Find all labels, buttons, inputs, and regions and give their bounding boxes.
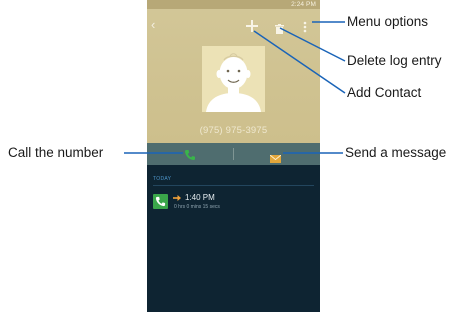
action-divider [233,148,234,160]
menu-button[interactable] [303,20,307,33]
call-log: TODAY 1:40 PM 0 hrs 0 mins 15 secs [147,165,320,312]
outgoing-arrow-icon [173,195,181,201]
default-person-icon [202,46,265,112]
plus-icon [246,20,258,32]
contact-header: ‹ (975) 975-3975 [147,9,320,143]
call-number-callout: Call the number [8,145,104,160]
delete-log-callout: Delete log entry [347,53,442,68]
back-arrow-icon[interactable]: ‹ [151,18,163,32]
section-divider [153,185,314,186]
section-header: TODAY [153,176,172,182]
add-contact-callout: Add Contact [347,85,422,100]
phone-screen: 2:24 PM ‹ (975) 975-3975 TODAY 1:40 PM 0… [147,0,320,312]
status-time: 2:24 PM [291,1,316,8]
action-bar [147,143,320,165]
log-time: 1:40 PM [185,193,215,202]
trash-icon [275,24,284,34]
envelope-icon [269,154,282,163]
phone-icon [155,196,166,207]
send-message-callout: Send a message [345,145,447,160]
log-entry[interactable]: 1:40 PM 0 hrs 0 mins 15 secs [147,192,320,216]
call-button[interactable] [184,148,196,160]
call-type-icon [153,194,168,209]
overflow-menu-icon [303,21,307,33]
contact-avatar[interactable] [202,46,265,112]
delete-log-button[interactable] [275,21,284,34]
add-contact-button[interactable] [246,19,258,32]
contact-phone-number: (975) 975-3975 [199,125,268,136]
status-bar: 2:24 PM [147,0,320,9]
log-duration: 0 hrs 0 mins 15 secs [174,204,220,210]
phone-icon [185,150,195,160]
message-button[interactable] [269,150,282,163]
menu-options-callout: Menu options [347,14,429,29]
